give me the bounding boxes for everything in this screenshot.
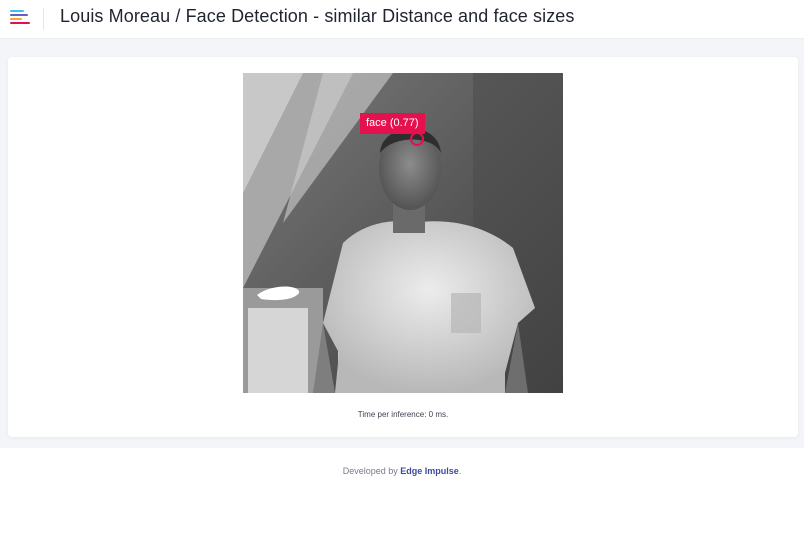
footer-prefix: Developed by xyxy=(342,466,401,476)
page-background xyxy=(0,448,804,544)
header-divider xyxy=(43,8,44,30)
footer-suffix: . xyxy=(458,466,462,476)
detection-label: face (0.77) xyxy=(360,113,425,134)
detection-marker-icon xyxy=(410,132,424,146)
camera-feed: face (0.77) xyxy=(243,73,563,393)
edge-impulse-logo-icon[interactable] xyxy=(10,10,32,26)
inference-time: Time per inference: 0 ms. xyxy=(357,410,449,419)
edge-impulse-link[interactable]: Edge Impulse xyxy=(400,466,459,476)
camera-card: face (0.77) Time per inference: 0 ms. xyxy=(8,57,798,437)
footer: Developed by Edge Impulse. xyxy=(0,466,804,476)
top-bar: Louis Moreau / Face Detection - similar … xyxy=(0,0,804,39)
project-title: Louis Moreau / Face Detection - similar … xyxy=(60,6,575,26)
